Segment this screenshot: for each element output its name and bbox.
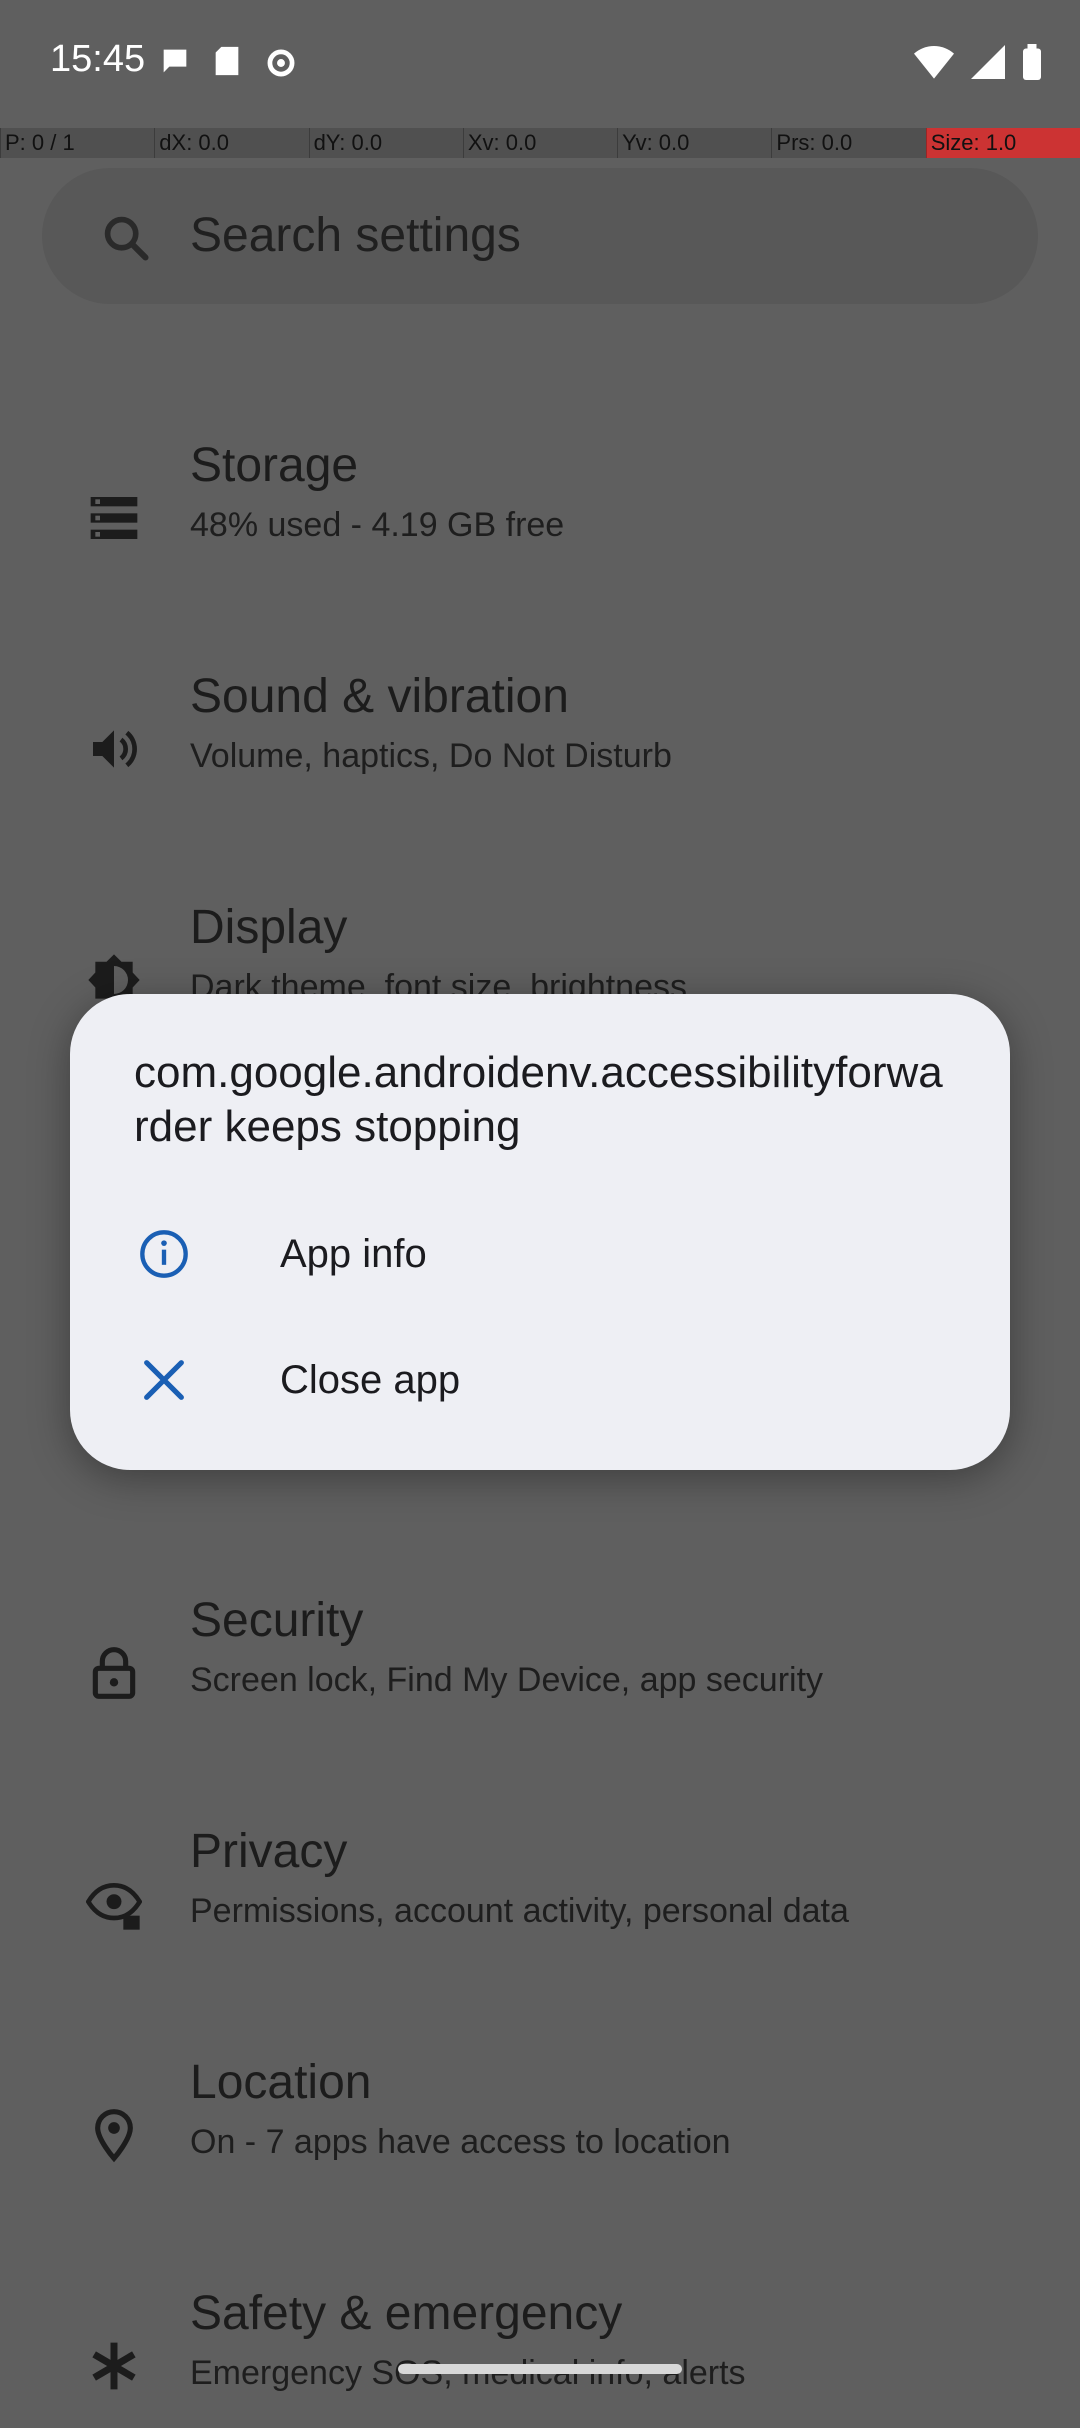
gesture-nav-handle[interactable]	[398, 2364, 682, 2374]
wifi-icon	[914, 46, 954, 79]
close-app-label: Close app	[280, 1358, 461, 1402]
status-time: 15:45	[50, 38, 146, 80]
search-icon	[104, 216, 149, 261]
gear-icon	[267, 49, 295, 77]
close-app-button[interactable]: Close app	[70, 1320, 1010, 1440]
item-subtitle: Volume, haptics, Do Not Disturb	[190, 737, 672, 775]
settings-item-sound[interactable]: Sound & vibration Volume, haptics, Do No…	[0, 631, 1080, 811]
item-subtitle: Permissions, account activity, personal …	[190, 1892, 849, 1930]
location-pin-icon	[95, 2109, 133, 2163]
lock-icon	[92, 1647, 136, 1699]
app-crash-dialog: com.google.androidenv.accessibilityforwa…	[70, 994, 1010, 1470]
settings-item-privacy[interactable]: Privacy Permissions, account activity, p…	[0, 1786, 1080, 1966]
dialog-title: com.google.androidenv.accessibilityforwa…	[134, 1048, 943, 1151]
settings-item-safety[interactable]: Safety & emergency Emergency SOS, medica…	[0, 2248, 1080, 2428]
item-subtitle: 48% used - 4.19 GB free	[190, 506, 565, 544]
item-title: Location	[190, 2056, 372, 2109]
asterisk-icon	[92, 2342, 136, 2390]
status-bar: 15:45	[0, 0, 1080, 128]
item-title: Sound & vibration	[190, 670, 569, 723]
item-title: Security	[190, 1594, 364, 1647]
item-title: Privacy	[190, 1825, 348, 1878]
item-subtitle: Screen lock, Find My Device, app securit…	[190, 1661, 824, 1699]
debug-dy: dY: 0.0	[308, 128, 463, 158]
eye-lock-icon	[86, 1882, 142, 1930]
storage-icon	[90, 497, 138, 539]
debug-pressure: Prs: 0.0	[771, 128, 925, 158]
debug-xv: Xv: 0.0	[462, 128, 617, 158]
app-info-label: App info	[280, 1232, 427, 1276]
item-title: Display	[190, 901, 348, 954]
app-info-button[interactable]: App info	[70, 1194, 1010, 1314]
search-placeholder: Search settings	[190, 209, 521, 262]
item-title: Safety & emergency	[190, 2287, 623, 2340]
item-subtitle: On - 7 apps have access to location	[190, 2123, 731, 2161]
debug-size: Size: 1.0	[925, 128, 1080, 158]
volume-icon	[93, 730, 137, 768]
cellular-signal-icon	[971, 45, 1005, 79]
search-bar[interactable]: Search settings	[42, 168, 1038, 304]
settings-item-security[interactable]: Security Screen lock, Find My Device, ap…	[0, 1555, 1080, 1735]
debug-dx: dX: 0.0	[154, 128, 308, 158]
settings-item-storage[interactable]: Storage 48% used - 4.19 GB free	[0, 400, 1080, 580]
sd-card-icon	[215, 46, 239, 76]
item-title: Storage	[190, 439, 359, 492]
info-icon	[140, 1230, 188, 1278]
debug-pointer: P: 0 / 1	[0, 128, 154, 158]
debug-yv: Yv: 0.0	[617, 128, 771, 158]
chat-bubble-icon	[163, 49, 187, 73]
close-icon	[144, 1360, 184, 1400]
settings-item-location[interactable]: Location On - 7 apps have access to loca…	[0, 2017, 1080, 2197]
pointer-location-overlay: P: 0 / 1 dX: 0.0 dY: 0.0 Xv: 0.0 Yv: 0.0…	[0, 128, 1080, 158]
battery-icon	[1023, 44, 1041, 80]
